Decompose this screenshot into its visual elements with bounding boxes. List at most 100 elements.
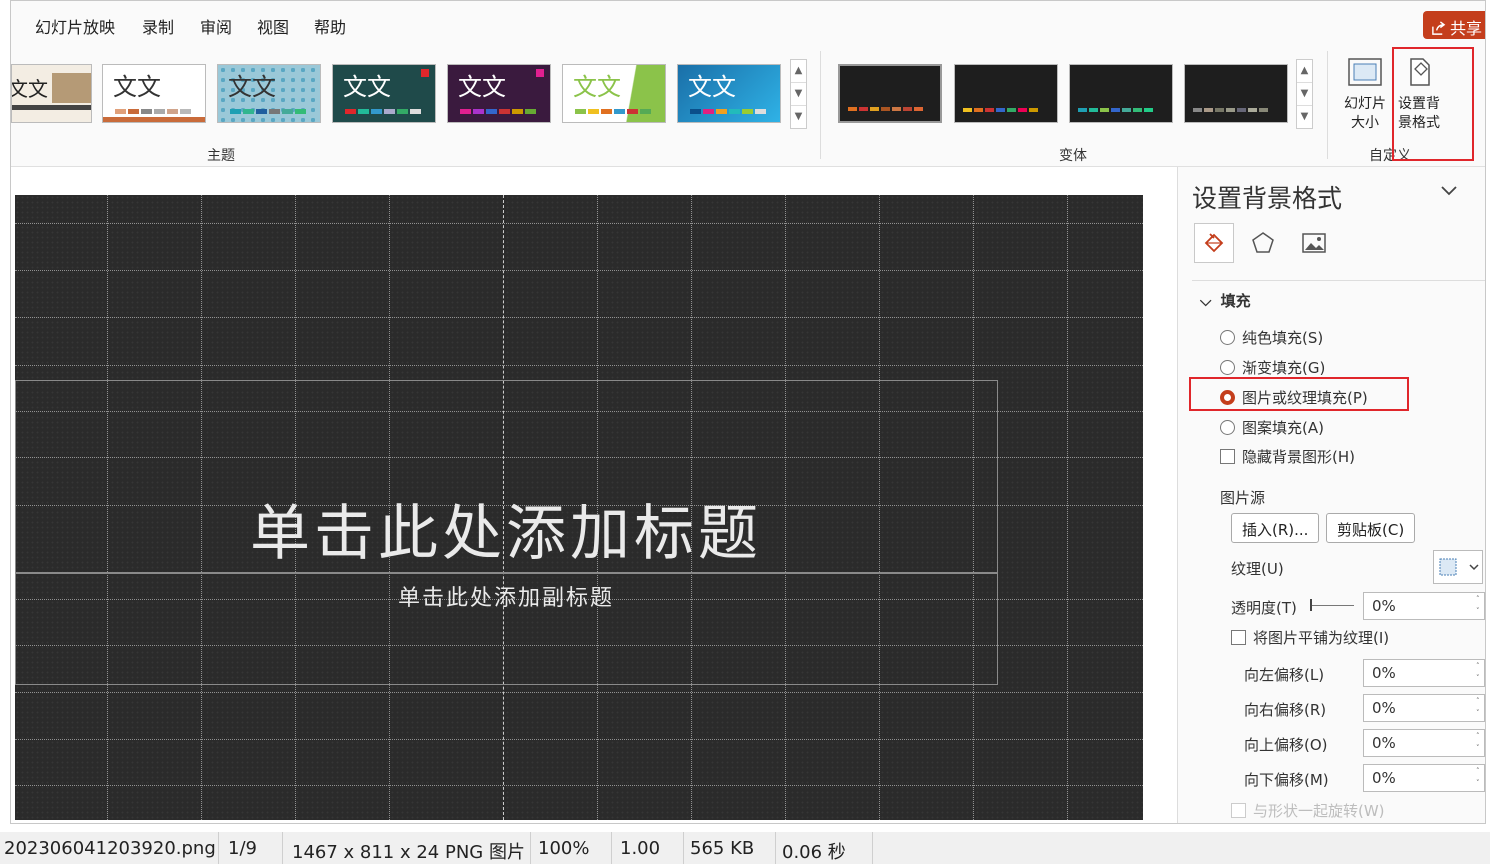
scroll-down-icon[interactable]: ▼: [791, 83, 806, 106]
offset-right-label: 向右偏移(R): [1244, 701, 1327, 719]
spinner[interactable]: ˄ ˅: [1476, 765, 1484, 791]
offset-down-label: 向下偏移(M): [1244, 771, 1329, 789]
theme-thumb-2[interactable]: 文文: [102, 64, 206, 123]
gradient-fill-option[interactable]: 渐变填充(G): [1220, 357, 1325, 378]
transparency-input[interactable]: 0% ˄ ˅: [1363, 592, 1485, 620]
clipboard-button[interactable]: 剪贴板(C): [1326, 513, 1416, 543]
offset-up-input[interactable]: 0% ˄ ˅: [1363, 729, 1485, 757]
format-background-pane: 设置背景格式 ⌵ 填充 纯色填充(S) 渐变填充(G) 图片或纹理填充(P) 图…: [1177, 167, 1485, 823]
tile-as-texture[interactable]: 将图片平铺为纹理(I): [1231, 627, 1389, 648]
themes-scroll[interactable]: ▲ ▼ ▼: [790, 59, 807, 129]
status-zoom: 100%: [538, 838, 590, 859]
theme-thumb-1[interactable]: 文文: [11, 64, 92, 123]
status-filename: 202306041203920.png: [4, 838, 216, 859]
menu-slideshow[interactable]: 幻灯片放映: [35, 14, 115, 38]
themes-group-label: 主题: [207, 148, 235, 164]
spinner[interactable]: ˄ ˅: [1476, 695, 1484, 721]
slide[interactable]: 单击此处添加标题 单击此处添加副标题: [15, 195, 1143, 820]
menu-help[interactable]: 帮助: [314, 14, 346, 38]
share-label: 共享: [1450, 19, 1483, 38]
menu-view[interactable]: 视图: [257, 14, 289, 38]
spinner[interactable]: ˄ ˅: [1476, 593, 1484, 619]
insert-button[interactable]: 插入(R)...: [1231, 513, 1320, 543]
variants-group-label: 变体: [1059, 148, 1087, 164]
effects-tab[interactable]: [1243, 223, 1283, 263]
fill-section-label: 填充: [1220, 292, 1251, 310]
spinner[interactable]: ˄ ˅: [1476, 660, 1484, 686]
transparency-slider[interactable]: [1310, 599, 1354, 611]
checkbox[interactable]: [1220, 449, 1235, 464]
radio-button[interactable]: [1220, 330, 1235, 345]
theme-thumb-3[interactable]: 文文: [217, 64, 321, 123]
offset-right-input[interactable]: 0% ˄ ˅: [1363, 694, 1485, 722]
powerpoint-window: 幻灯片放映 录制 审阅 视图 帮助 共享 文文 文文 文文 文文 文文 文文 文…: [10, 0, 1486, 824]
chevron-down-icon: ⌵: [1200, 292, 1212, 310]
option-label: 将图片平铺为纹理(I): [1253, 629, 1390, 647]
picture-icon: [1302, 233, 1326, 253]
variant-thumb-2[interactable]: [954, 64, 1058, 123]
more-icon[interactable]: ▼: [1297, 106, 1312, 129]
option-label: 图案填充(A): [1242, 419, 1324, 437]
radio-button[interactable]: [1220, 360, 1235, 375]
theme-glyph: 文文: [228, 73, 276, 101]
theme-glyph: 文文: [113, 73, 161, 101]
highlight-box: [1189, 377, 1409, 411]
picture-tab[interactable]: [1294, 223, 1334, 263]
option-label: 隐藏背景图形(H): [1242, 448, 1355, 466]
slide-size-icon: [1348, 58, 1382, 86]
slide-title[interactable]: 单击此处添加标题: [15, 485, 997, 572]
scroll-up-icon[interactable]: ▲: [1297, 60, 1312, 83]
offset-down-input[interactable]: 0% ˄ ˅: [1363, 764, 1485, 792]
status-bar: 202306041203920.png 1/9 1467 x 811 x 24 …: [0, 832, 1490, 864]
theme-glyph: 文文: [343, 73, 391, 101]
more-icon[interactable]: ▼: [791, 106, 806, 129]
variant-thumb-1[interactable]: [838, 64, 942, 123]
fill-section-header[interactable]: ⌵ 填充: [1200, 290, 1251, 311]
variant-thumb-3[interactable]: [1069, 64, 1173, 123]
offset-up-value: 0%: [1372, 734, 1396, 752]
offset-left-label: 向左偏移(L): [1244, 666, 1325, 684]
slide-size-button[interactable]: 幻灯片大小: [1339, 55, 1391, 133]
offset-left-input[interactable]: 0% ˄ ˅: [1363, 659, 1485, 687]
picture-source-label: 图片源: [1220, 489, 1266, 507]
theme-glyph: 文文: [11, 77, 48, 101]
scroll-down-icon[interactable]: ▼: [1297, 83, 1312, 106]
texture-label: 纹理(U): [1231, 560, 1284, 578]
slide-canvas: 单击此处添加标题 单击此处添加副标题: [11, 167, 1177, 823]
variants-scroll[interactable]: ▲ ▼ ▼: [1296, 59, 1313, 129]
transparency-label: 透明度(T): [1231, 599, 1297, 617]
slide-subtitle[interactable]: 单击此处添加副标题: [15, 580, 997, 612]
scroll-up-icon[interactable]: ▲: [791, 60, 806, 83]
offset-down-value: 0%: [1372, 769, 1396, 787]
theme-thumb-7[interactable]: 文文: [677, 64, 781, 123]
chevron-down-icon[interactable]: [1440, 181, 1458, 202]
texture-picker[interactable]: [1433, 550, 1483, 584]
theme-glyph: 文文: [458, 73, 506, 101]
theme-glyph: 文文: [573, 73, 621, 101]
fill-tab[interactable]: [1194, 223, 1234, 263]
share-button[interactable]: 共享: [1423, 11, 1485, 39]
rotate-with-shape: 与形状一起旋转(W): [1231, 800, 1385, 821]
variant-thumb-4[interactable]: [1184, 64, 1288, 123]
pattern-fill-option[interactable]: 图案填充(A): [1220, 417, 1324, 438]
menu-review[interactable]: 审阅: [200, 14, 232, 38]
divider: [820, 51, 821, 159]
spinner[interactable]: ˄ ˅: [1476, 730, 1484, 756]
slide-size-label: 幻灯片大小: [1344, 96, 1386, 131]
theme-thumb-6[interactable]: 文文: [562, 64, 666, 123]
theme-thumb-4[interactable]: 文文: [332, 64, 436, 123]
status-ratio: 1.00: [620, 838, 661, 859]
menu-record[interactable]: 录制: [142, 14, 174, 38]
solid-fill-option[interactable]: 纯色填充(S): [1220, 327, 1323, 348]
offset-right-value: 0%: [1372, 699, 1396, 717]
highlight-box: [1392, 47, 1474, 161]
share-icon: [1432, 21, 1446, 35]
hide-background-graphics[interactable]: 隐藏背景图形(H): [1220, 446, 1355, 467]
option-label: 与形状一起旋转(W): [1253, 802, 1385, 820]
status-time: 0.06 秒: [782, 842, 846, 863]
checkbox[interactable]: [1231, 630, 1246, 645]
divider: [1192, 280, 1485, 281]
radio-button[interactable]: [1220, 420, 1235, 435]
transparency-value: 0%: [1372, 597, 1396, 615]
theme-thumb-5[interactable]: 文文: [447, 64, 551, 123]
